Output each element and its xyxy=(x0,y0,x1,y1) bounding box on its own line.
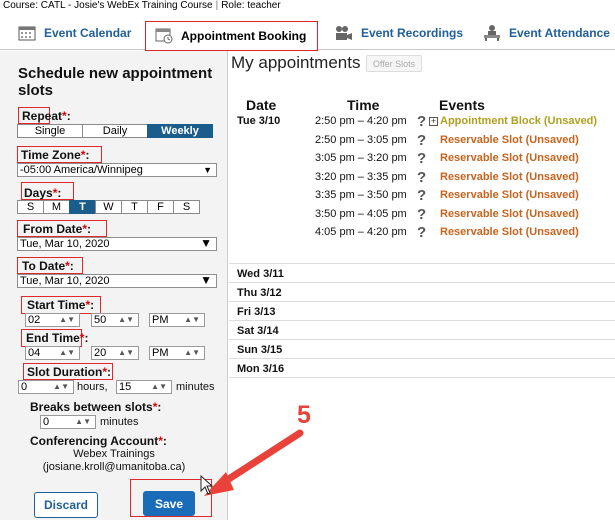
annotation-arrow xyxy=(204,429,304,496)
step-number-annotation: 5 xyxy=(297,401,311,429)
mouse-cursor-icon xyxy=(200,475,214,495)
